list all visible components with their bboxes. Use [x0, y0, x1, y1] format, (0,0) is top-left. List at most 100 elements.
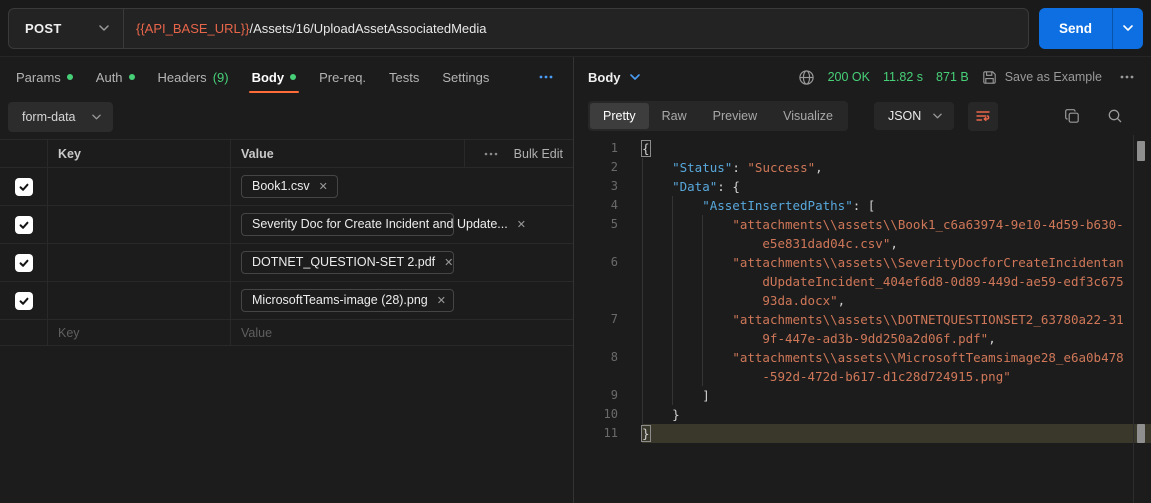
- response-time[interactable]: 11.82 s: [883, 70, 923, 84]
- response-more-options-button[interactable]: [1117, 72, 1137, 82]
- code-line-content: }: [642, 405, 1151, 424]
- tab-settings[interactable]: Settings: [442, 57, 489, 97]
- line-number: 5: [574, 215, 618, 234]
- line-number: 2: [574, 158, 618, 177]
- code-line-content: "attachments\\assets\\MicrosoftTeamsimag…: [642, 348, 1151, 386]
- scrollbar-mark-bottom[interactable]: [1137, 424, 1145, 443]
- body-type-label: form-data: [22, 110, 76, 124]
- copy-button[interactable]: [1064, 108, 1080, 124]
- checkbox-cell: [0, 282, 48, 319]
- json-punctuation: ,: [815, 160, 823, 175]
- key-cell[interactable]: [48, 282, 231, 319]
- method-selector[interactable]: POST: [9, 9, 123, 48]
- send-button[interactable]: Send: [1039, 8, 1112, 49]
- main-split: Params Auth Headers(9) Body Pre-req. Tests Set…: [0, 57, 1151, 503]
- key-cell[interactable]: [48, 168, 231, 205]
- code-line: 9]: [574, 386, 1151, 405]
- checkbox-cell: [0, 244, 48, 281]
- close-icon[interactable]: ✕: [319, 180, 328, 193]
- tab-params[interactable]: Params: [16, 57, 73, 97]
- table-row: Severity Doc for Create Incident and Upd…: [0, 206, 573, 244]
- send-split-button: Send: [1039, 8, 1143, 49]
- json-string: "attachments\\assets\\Book1_c6a63974-9e1…: [732, 217, 1123, 251]
- checkbox-checked[interactable]: [15, 178, 33, 196]
- code-line-content: {: [642, 139, 1151, 158]
- url-input[interactable]: {{API_BASE_URL}}/Assets/16/UploadAssetAs…: [123, 9, 1028, 48]
- file-chip-label: DOTNET_QUESTION-SET 2.pdf: [252, 255, 435, 269]
- table-row: Book1.csv ✕: [0, 168, 573, 206]
- form-empty-row: Key Value: [0, 320, 573, 346]
- indent-guide: [642, 253, 643, 310]
- response-panel: Body 200 OK 11.82 s 871 B Save as Exampl…: [574, 57, 1151, 503]
- code-line: 11}: [574, 424, 1151, 443]
- response-toolbar: PrettyRawPreviewVisualize JSON: [574, 97, 1151, 135]
- tab-pre-req[interactable]: Pre-req.: [319, 57, 366, 97]
- tab-label: Body: [252, 70, 285, 85]
- response-size[interactable]: 871 B: [936, 70, 969, 84]
- body-type-selector[interactable]: form-data: [8, 102, 113, 132]
- view-tab-pretty[interactable]: Pretty: [590, 103, 649, 129]
- chevron-down-icon: [1123, 25, 1133, 31]
- tab-body[interactable]: Body: [252, 57, 297, 97]
- key-cell[interactable]: [48, 244, 231, 281]
- request-url-bar: POST {{API_BASE_URL}}/Assets/16/UploadAs…: [8, 8, 1029, 49]
- indent-guide: [642, 215, 643, 253]
- checkbox-checked[interactable]: [15, 216, 33, 234]
- file-chip[interactable]: DOTNET_QUESTION-SET 2.pdf ✕: [241, 251, 454, 274]
- close-icon[interactable]: ✕: [444, 256, 453, 269]
- status-badge[interactable]: 200 OK: [828, 70, 870, 84]
- key-input[interactable]: Key: [48, 320, 231, 345]
- view-tab-raw[interactable]: Raw: [649, 103, 700, 129]
- check-icon: [18, 257, 30, 269]
- view-tab-visualize[interactable]: Visualize: [770, 103, 846, 129]
- view-tab-preview[interactable]: Preview: [700, 103, 770, 129]
- json-punctuation: }: [642, 426, 650, 441]
- file-chip-label: Book1.csv: [252, 179, 310, 193]
- response-meta: 200 OK 11.82 s 871 B Save as Example: [798, 69, 1137, 86]
- bulk-edit-button[interactable]: Bulk Edit: [514, 147, 563, 161]
- tab-auth[interactable]: Auth: [96, 57, 135, 97]
- line-number: 9: [574, 386, 618, 405]
- checkbox-cell: [0, 168, 48, 205]
- save-as-example-button[interactable]: Save as Example: [982, 70, 1102, 85]
- tab-tests[interactable]: Tests: [389, 57, 419, 97]
- url-path: /Assets/16/UploadAssetAssociatedMedia: [249, 21, 486, 36]
- indent-guide: [642, 310, 643, 348]
- tab-label: Settings: [442, 70, 489, 85]
- code-text: ]: [642, 386, 1126, 405]
- wrap-text-toggle-button[interactable]: [968, 102, 998, 131]
- file-chip[interactable]: MicrosoftTeams-image (28).png ✕: [241, 289, 454, 312]
- code-line: 4"AssetInsertedPaths": [: [574, 196, 1151, 215]
- json-string: "attachments\\assets\\DOTNETQUESTIONSET2…: [732, 312, 1123, 346]
- code-text: "attachments\\assets\\DOTNETQUESTIONSET2…: [642, 310, 1126, 348]
- file-chip[interactable]: Book1.csv ✕: [241, 175, 338, 198]
- file-chip-label: MicrosoftTeams-image (28).png: [252, 293, 428, 307]
- scrollbar-mark-top[interactable]: [1137, 141, 1145, 161]
- copy-icon: [1064, 108, 1080, 124]
- line-number: 1: [574, 139, 618, 158]
- format-selector[interactable]: JSON: [874, 102, 954, 130]
- table-more-options-button[interactable]: [482, 150, 500, 158]
- indent-guide: [672, 196, 673, 215]
- close-icon[interactable]: ✕: [437, 294, 446, 307]
- checkbox-checked[interactable]: [15, 292, 33, 310]
- search-icon: [1107, 108, 1123, 124]
- tab-headers[interactable]: Headers(9): [158, 57, 229, 97]
- code-text: "AssetInsertedPaths": [: [642, 196, 1126, 215]
- file-chip[interactable]: Severity Doc for Create Incident and Upd…: [241, 213, 454, 236]
- response-section-selector[interactable]: Body: [588, 70, 640, 85]
- indent-guide: [702, 310, 703, 348]
- tab-label: Tests: [389, 70, 419, 85]
- search-button[interactable]: [1107, 108, 1123, 124]
- request-tabs-more-button[interactable]: [535, 71, 557, 83]
- key-cell[interactable]: [48, 206, 231, 243]
- code-line-content: "attachments\\assets\\SeverityDocforCrea…: [642, 253, 1151, 310]
- send-options-button[interactable]: [1112, 8, 1143, 49]
- row-actions-cell: [464, 282, 573, 319]
- checkbox-checked[interactable]: [15, 254, 33, 272]
- more-horizontal-icon: [539, 75, 553, 79]
- code-text: "Status": "Success",: [642, 158, 1126, 177]
- modified-dot: [290, 74, 296, 80]
- value-input[interactable]: Value: [231, 320, 464, 345]
- key-column-header: Key: [48, 140, 231, 167]
